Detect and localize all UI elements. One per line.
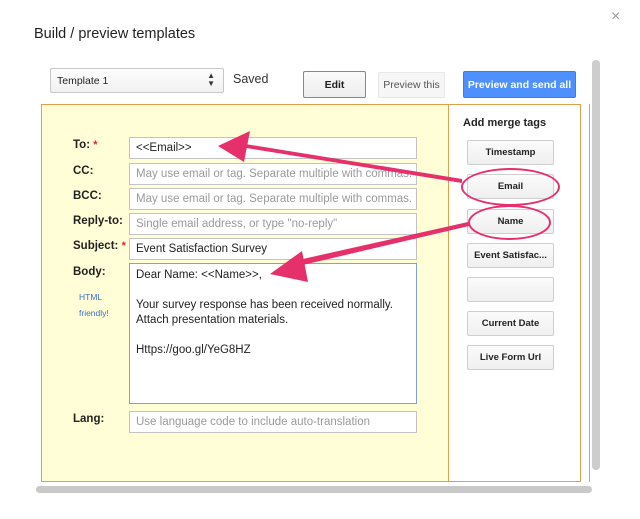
template-select-value: Template 1: [57, 75, 109, 87]
preview-button[interactable]: Preview this: [378, 72, 445, 98]
body-line: Your survey response has been received n…: [136, 299, 393, 311]
html-note-friendly: friendly!: [79, 308, 109, 318]
subject-label: Subject: *: [73, 240, 126, 252]
body-label: Body:: [73, 266, 106, 278]
bcc-label: BCC:: [73, 190, 102, 202]
reply-to-label: Reply-to:: [73, 215, 123, 227]
close-icon[interactable]: ×: [611, 8, 620, 26]
tag-event-satisfaction-button[interactable]: Event Satisfac...: [467, 243, 554, 268]
tag-live-form-url-button[interactable]: Live Form Url: [467, 345, 554, 370]
edit-button[interactable]: Edit: [303, 71, 366, 98]
body-line: Attach presentation materials.: [136, 314, 289, 326]
vertical-scrollbar-thumb[interactable]: [592, 60, 600, 470]
lang-label: Lang:: [73, 413, 105, 425]
to-input[interactable]: <<Email>>: [129, 137, 417, 159]
select-arrows-icon: ▲ ▼: [207, 71, 215, 88]
reply-to-input[interactable]: Single email address, or type "no-reply": [129, 213, 417, 235]
subject-input[interactable]: Event Satisfaction Survey: [129, 238, 417, 260]
body-line: Https://goo.gl/YeG8HZ: [136, 344, 251, 356]
horizontal-scrollbar[interactable]: [36, 486, 592, 493]
bcc-input[interactable]: May use email or tag. Separate multiple …: [129, 188, 417, 210]
merge-tags-title: Add merge tags: [463, 117, 547, 129]
html-note: HTML: [79, 292, 103, 302]
cc-label: CC:: [73, 165, 94, 177]
body-textarea[interactable]: Dear Name: <<Name>>, Your survey respons…: [129, 263, 417, 404]
tag-current-date-button[interactable]: Current Date: [467, 311, 554, 336]
panel-side-strip: [581, 104, 590, 482]
template-select[interactable]: Template 1 ▲ ▼: [50, 68, 224, 93]
tag-blank-button[interactable]: [467, 277, 554, 302]
tag-timestamp-button[interactable]: Timestamp: [467, 140, 554, 165]
lang-input[interactable]: Use language code to include auto-transl…: [129, 411, 417, 433]
required-mark: *: [93, 139, 98, 151]
body-line: [136, 283, 410, 298]
annotation-circle-email: [461, 168, 560, 206]
save-status: Saved: [233, 72, 269, 86]
required-mark: *: [121, 240, 126, 252]
cc-input[interactable]: May use email or tag. Separate multiple …: [129, 163, 417, 185]
preview-and-send-all-button[interactable]: Preview and send all: [463, 71, 576, 98]
annotation-circle-name: [468, 205, 551, 240]
body-line: [136, 328, 410, 343]
dialog-title: Build / preview templates: [34, 26, 196, 42]
to-label: To: *: [73, 139, 98, 151]
body-line: Dear Name: <<Name>>,: [136, 269, 262, 281]
